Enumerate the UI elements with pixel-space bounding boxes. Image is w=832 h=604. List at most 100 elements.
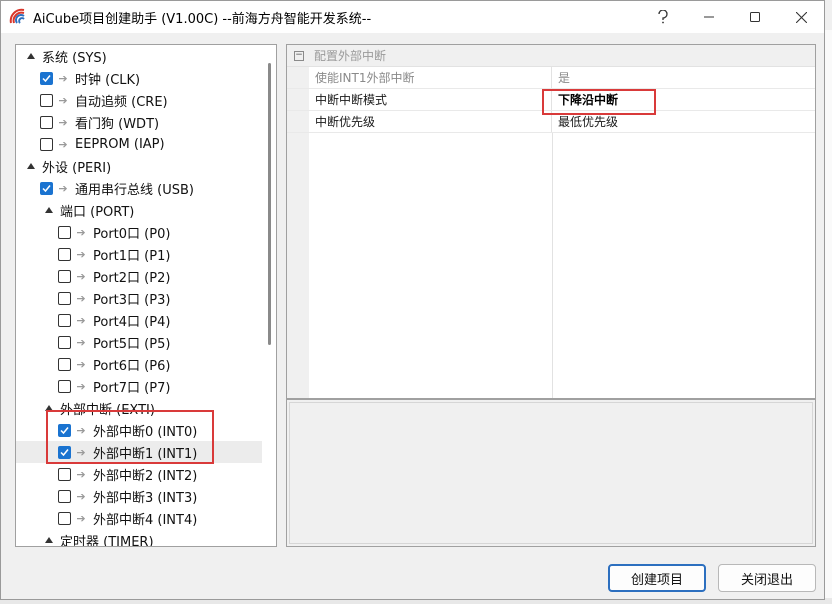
checkmark-icon <box>42 74 51 82</box>
tree-checkbox[interactable] <box>40 93 53 107</box>
tree-item-label: 外部中断4 (INT4) <box>93 512 198 528</box>
property-description <box>286 399 816 547</box>
expand-triangle-icon[interactable] <box>44 403 54 413</box>
arrow-right-icon: ➔ <box>76 445 86 459</box>
title-bar[interactable]: AiCube项目创建助手 (V1.00C) --前海方舟智能开发系统-- <box>1 1 824 33</box>
minimize-icon <box>704 16 714 18</box>
tree-checkbox[interactable] <box>58 445 71 459</box>
arrow-right-icon: ➔ <box>58 71 68 85</box>
tree-item[interactable]: ➔ 看门狗 (WDT) <box>16 111 262 133</box>
property-grid[interactable]: − 配置外部中断 使能INT1外部中断是中断中断模式 下降沿中断 中断优先级 最低优先… <box>286 44 816 399</box>
property-value[interactable]: 下降沿中断 <box>552 89 815 110</box>
tree-item-label: Port2口 (P2) <box>93 270 171 286</box>
tree-item[interactable]: ➔ Port3口 (P3) <box>16 287 262 309</box>
maximize-icon <box>750 12 760 22</box>
tree-item[interactable]: 端口 (PORT) <box>16 199 262 221</box>
tree-checkbox[interactable] <box>58 423 71 437</box>
peripheral-tree[interactable]: 系统 (SYS) ➔ 时钟 (CLK) ➔ 自动追频 (CRE) ➔ 看门狗 (WDT) ➔ E… <box>15 44 277 547</box>
expand-triangle-icon[interactable] <box>44 205 54 215</box>
arrow-right-icon: ➔ <box>76 489 86 503</box>
tree-checkbox[interactable] <box>58 313 71 327</box>
tree-item[interactable]: ➔ 时钟 (CLK) <box>16 67 262 89</box>
tree-item[interactable]: 定时器 (TIMER) <box>16 529 262 546</box>
tree-checkbox[interactable] <box>40 137 53 151</box>
tree-checkbox[interactable] <box>58 335 71 349</box>
tree-item-label: Port5口 (P5) <box>93 336 171 352</box>
tree-item-label: Port7口 (P7) <box>93 380 171 396</box>
property-row[interactable]: 中断中断模式 下降沿中断 <box>287 89 815 111</box>
tree-item-label: 自动追频 (CRE) <box>75 94 168 110</box>
tree-item[interactable]: ➔ 外部中断3 (INT3) <box>16 485 262 507</box>
tree-item-label: EEPROM (IAP) <box>75 136 165 152</box>
checkmark-icon <box>60 448 69 456</box>
tree-item[interactable]: 外部中断 (EXTI) <box>16 397 262 419</box>
tree-item[interactable]: ➔ Port0口 (P0) <box>16 221 262 243</box>
tree-item-label: 外部中断0 (INT0) <box>93 424 198 440</box>
expand-triangle-icon[interactable] <box>26 161 36 171</box>
arrow-right-icon: ➔ <box>58 115 68 129</box>
tree-item-label: 通用串行总线 (USB) <box>75 182 194 198</box>
property-row[interactable]: 中断优先级 最低优先级 <box>287 111 815 133</box>
tree-item[interactable]: ➔ 外部中断2 (INT2) <box>16 463 262 485</box>
tree-item-label: Port4口 (P4) <box>93 314 171 330</box>
create-project-button[interactable]: 创建项目 <box>608 564 706 592</box>
tree-item[interactable]: ➔ EEPROM (IAP) <box>16 133 262 155</box>
tree-checkbox[interactable] <box>58 467 71 481</box>
window-title: AiCube项目创建助手 (V1.00C) --前海方舟智能开发系统-- <box>33 11 372 27</box>
tree-item-label: 时钟 (CLK) <box>75 72 141 88</box>
expand-triangle-icon[interactable] <box>26 51 36 61</box>
tree-checkbox[interactable] <box>58 489 71 503</box>
arrow-right-icon: ➔ <box>76 313 86 327</box>
collapse-icon[interactable]: − <box>294 50 304 61</box>
tree-item[interactable]: 外设 (PERI) <box>16 155 262 177</box>
checkmark-icon <box>60 426 69 434</box>
expand-triangle-icon[interactable] <box>44 535 54 545</box>
property-gutter <box>287 133 309 398</box>
tree-item[interactable]: ➔ 外部中断1 (INT1) <box>16 441 262 463</box>
tree-checkbox[interactable] <box>58 225 71 239</box>
property-value[interactable]: 是 <box>552 67 815 88</box>
tree-checkbox[interactable] <box>58 269 71 283</box>
property-row[interactable]: 使能INT1外部中断是 <box>287 67 815 89</box>
tree-item-label: Port3口 (P3) <box>93 292 171 308</box>
arrow-right-icon: ➔ <box>76 335 86 349</box>
help-button[interactable] <box>640 1 686 33</box>
arrow-right-icon: ➔ <box>76 357 86 371</box>
tree-item[interactable]: ➔ Port6口 (P6) <box>16 353 262 375</box>
arrow-right-icon: ➔ <box>58 181 68 195</box>
property-category[interactable]: − 配置外部中断 <box>287 45 815 67</box>
tree-item[interactable]: ➔ 自动追频 (CRE) <box>16 89 262 111</box>
aicube-logo-icon <box>9 8 27 26</box>
tree-item[interactable]: ➔ Port5口 (P5) <box>16 331 262 353</box>
tree-checkbox[interactable] <box>58 511 71 525</box>
property-row-gutter <box>287 67 309 88</box>
close-button[interactable] <box>778 1 824 33</box>
property-value[interactable]: 最低优先级 <box>552 111 815 132</box>
tree-item-label: 系统 (SYS) <box>42 50 107 66</box>
tree-item[interactable]: ➔ Port7口 (P7) <box>16 375 262 397</box>
arrow-right-icon: ➔ <box>58 137 68 151</box>
tree-scrollbar-thumb[interactable] <box>268 63 271 345</box>
tree-item[interactable]: ➔ Port1口 (P1) <box>16 243 262 265</box>
tree-checkbox[interactable] <box>40 71 53 85</box>
tree-checkbox[interactable] <box>58 357 71 371</box>
tree-item[interactable]: ➔ 外部中断4 (INT4) <box>16 507 262 529</box>
tree-checkbox[interactable] <box>58 247 71 261</box>
property-row-gutter <box>287 111 309 132</box>
tree-item-label: 外部中断2 (INT2) <box>93 468 198 484</box>
tree-checkbox[interactable] <box>40 115 53 129</box>
tree-scrollbar[interactable] <box>262 45 276 546</box>
tree-item[interactable]: ➔ Port4口 (P4) <box>16 309 262 331</box>
tree-item-label: 外部中断 (EXTI) <box>60 402 155 418</box>
close-exit-button[interactable]: 关闭退出 <box>718 564 816 592</box>
minimize-button[interactable] <box>686 1 732 33</box>
tree-item[interactable]: ➔ 外部中断0 (INT0) <box>16 419 262 441</box>
tree-item[interactable]: ➔ 通用串行总线 (USB) <box>16 177 262 199</box>
tree-checkbox[interactable] <box>58 291 71 305</box>
tree-checkbox[interactable] <box>40 181 53 195</box>
tree-item[interactable]: 系统 (SYS) <box>16 45 262 67</box>
close-icon <box>795 11 807 23</box>
maximize-button[interactable] <box>732 1 778 33</box>
tree-checkbox[interactable] <box>58 379 71 393</box>
tree-item[interactable]: ➔ Port2口 (P2) <box>16 265 262 287</box>
